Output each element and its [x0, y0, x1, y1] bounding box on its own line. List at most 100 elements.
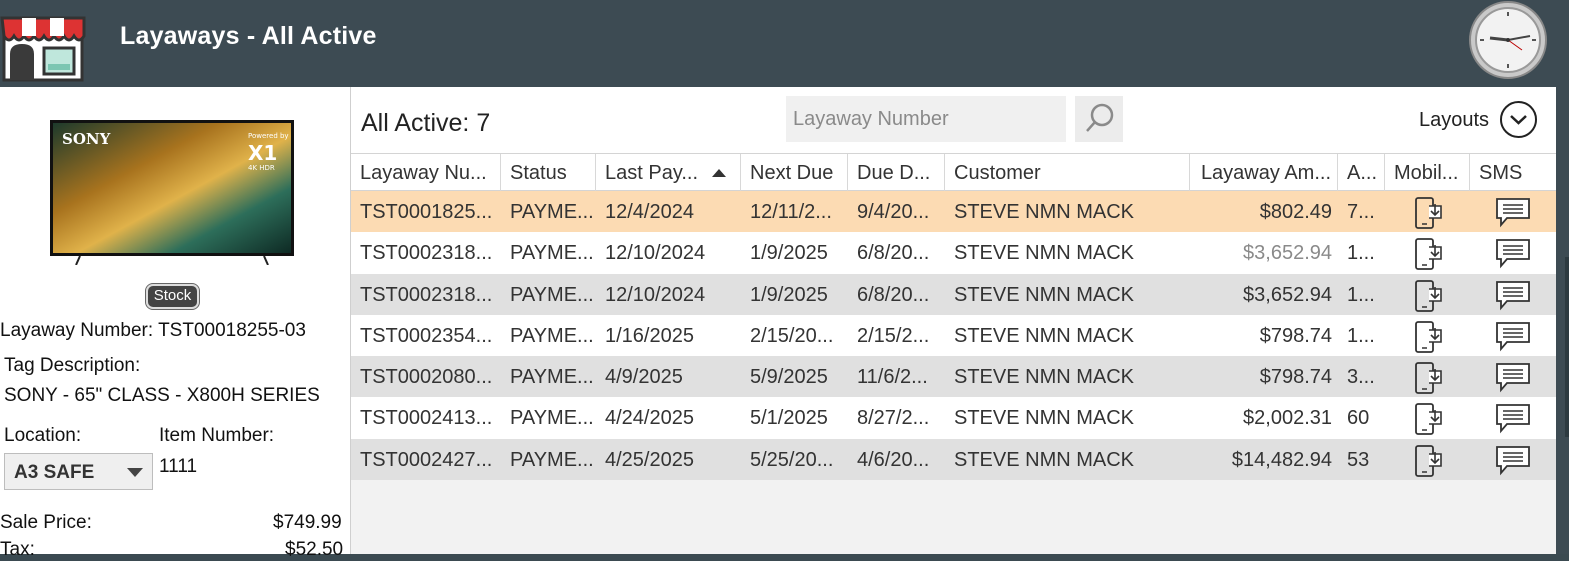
cell-due-date: 6/8/20... — [857, 283, 930, 306]
header-col-last-payment[interactable]: Last Pay... — [596, 154, 741, 191]
svg-text:Powered by: Powered by — [248, 132, 289, 140]
layaway-number-value: TST00018255-03 — [158, 320, 306, 341]
header-col-a[interactable]: A... — [1338, 154, 1385, 191]
cell-status: PAYME... — [510, 366, 594, 389]
header-col-mobile[interactable]: Mobil... — [1385, 154, 1470, 191]
sms-icon[interactable] — [1494, 196, 1532, 234]
table-header: Layaway Nu... Status Last Pay... Next Due Du… — [351, 153, 1557, 191]
cell-layaway-number: TST0002318... — [360, 242, 493, 265]
cell-status: PAYME... — [510, 283, 594, 306]
header-col-customer[interactable]: Customer — [945, 154, 1190, 191]
cell-customer: STEVE NMN MACK — [954, 366, 1135, 389]
table-row[interactable]: TST0002318... PAYME... 12/10/2024 1/9/2025 6… — [351, 232, 1557, 275]
header-col-sms[interactable]: SMS — [1470, 154, 1557, 191]
cell-layaway-amount: $3,652.94 — [1243, 283, 1332, 306]
cell-a: 60 — [1347, 407, 1370, 430]
cell-layaway-amount: $14,482.94 — [1231, 448, 1332, 471]
mobile-download-icon[interactable] — [1411, 320, 1445, 360]
cell-last-payment: 4/25/2025 — [605, 448, 694, 471]
mobile-download-icon[interactable] — [1411, 444, 1445, 484]
location-value: A3 SAFE — [14, 462, 95, 483]
table-row[interactable]: TST0001825... PAYME... 12/4/2024 12/11/2...… — [351, 191, 1557, 234]
cell-layaway-number: TST0001825... — [360, 201, 493, 223]
search-icon — [1086, 103, 1114, 132]
detail-panel: SONY Powered by X1 4K HDR Stock Layaway … — [0, 87, 350, 560]
mobile-download-icon[interactable] — [1411, 402, 1445, 442]
mobile-download-icon[interactable] — [1411, 279, 1445, 319]
location-select[interactable]: A3 SAFE — [4, 453, 153, 490]
cell-status: PAYME... — [510, 201, 594, 223]
table-row[interactable]: TST0002318... PAYME... 12/10/2024 1/9/2025 6… — [351, 273, 1557, 317]
cell-customer: STEVE NMN MACK — [954, 324, 1135, 347]
cell-last-payment: 12/10/2024 — [605, 242, 706, 265]
mobile-download-icon[interactable] — [1411, 196, 1445, 236]
cell-a: 7... — [1347, 201, 1375, 223]
cell-last-payment: 12/4/2024 — [605, 201, 694, 223]
sms-icon[interactable] — [1494, 444, 1532, 482]
header-col-next-due[interactable]: Next Due — [741, 154, 848, 191]
sale-price-value: $749.99 — [273, 512, 342, 533]
clock-icon[interactable] — [1466, 0, 1550, 80]
cell-a: 1... — [1347, 242, 1375, 265]
cell-status: PAYME... — [510, 407, 594, 430]
layouts-label: Layouts — [1419, 109, 1490, 131]
cell-due-date: 6/8/20... — [857, 242, 930, 265]
sale-price-label: Sale Price: — [0, 512, 92, 533]
cell-last-payment: 4/24/2025 — [605, 407, 694, 430]
header-col-layaway-amount[interactable]: Layaway Am... — [1190, 154, 1338, 191]
tax-label: Tax: — [0, 539, 35, 560]
cell-next-due: 5/9/2025 — [750, 366, 828, 389]
cell-a: 1... — [1347, 283, 1375, 306]
cell-status: PAYME... — [510, 242, 594, 265]
location-label: Location: — [4, 425, 82, 446]
table-row[interactable]: TST0002080... PAYME... 4/9/2025 5/9/2025 11/… — [351, 356, 1557, 399]
header-col-status[interactable]: Status — [501, 154, 596, 191]
cell-layaway-amount: $802.49 — [1259, 201, 1332, 223]
svg-text:SONY: SONY — [62, 130, 111, 148]
sms-icon[interactable] — [1494, 402, 1532, 440]
cell-layaway-number: TST0002413... — [360, 407, 493, 430]
cell-customer: STEVE NMN MACK — [954, 242, 1135, 265]
store-icon — [0, 16, 86, 82]
scrollbar[interactable] — [1565, 257, 1569, 437]
tax-value: $52.50 — [285, 539, 344, 560]
header-col-layaway-number[interactable]: Layaway Nu... — [351, 154, 501, 191]
stock-button[interactable]: Stock — [145, 283, 200, 310]
item-number-label: Item Number: — [159, 425, 275, 446]
cell-layaway-number: TST0002080... — [360, 366, 493, 389]
tag-description-label: Tag Description: — [4, 355, 141, 376]
active-count: All Active: 7 — [361, 109, 491, 137]
sms-icon[interactable] — [1494, 237, 1532, 275]
content-area: SONY Powered by X1 4K HDR Stock Layaway … — [0, 87, 1557, 560]
layaway-number-field: Layaway Number: TST00018255-03 — [0, 320, 306, 342]
table-body: TST0001825... PAYME... 12/4/2024 12/11/2...… — [351, 191, 1557, 482]
table-row[interactable]: TST0002427... PAYME... 4/25/2025 5/25/20...… — [351, 438, 1557, 482]
cell-due-date: 9/4/20... — [857, 201, 930, 223]
cell-layaway-number: TST0002354... — [360, 324, 493, 347]
cell-customer: STEVE NMN MACK — [954, 283, 1135, 306]
cell-next-due: 12/11/2... — [750, 201, 832, 223]
mobile-download-icon[interactable] — [1411, 361, 1445, 401]
cell-layaway-amount: $2,002.31 — [1243, 407, 1332, 430]
tag-description-value: SONY - 65" CLASS - X800H SERIES — [4, 385, 320, 406]
cell-layaway-amount: $798.74 — [1259, 324, 1332, 347]
search-button[interactable] — [1075, 96, 1123, 142]
page-title: Layaways - All Active — [120, 22, 377, 50]
sort-ascending-icon — [712, 169, 726, 177]
header-col-due-date[interactable]: Due D... — [848, 154, 945, 191]
sms-icon[interactable] — [1494, 320, 1532, 358]
cell-status: PAYME... — [510, 448, 594, 471]
cell-customer: STEVE NMN MACK — [954, 407, 1135, 430]
item-number-value: 1111 — [159, 456, 198, 477]
cell-a: 3... — [1347, 366, 1375, 389]
table-row[interactable]: TST0002354... PAYME... 1/16/2025 2/15/20...… — [351, 314, 1557, 358]
layaway-table: Layaway Nu... Status Last Pay... Next Due Du… — [351, 153, 1557, 482]
sms-icon[interactable] — [1494, 279, 1532, 317]
mobile-download-icon[interactable] — [1411, 237, 1445, 277]
table-row[interactable]: TST0002413... PAYME... 4/24/2025 5/1/2025 8/… — [351, 397, 1557, 440]
search-input[interactable] — [786, 96, 1066, 142]
layouts-button[interactable] — [1500, 101, 1537, 138]
cell-a: 1... — [1347, 324, 1375, 347]
cell-layaway-number: TST0002318... — [360, 283, 493, 306]
sms-icon[interactable] — [1494, 361, 1532, 399]
